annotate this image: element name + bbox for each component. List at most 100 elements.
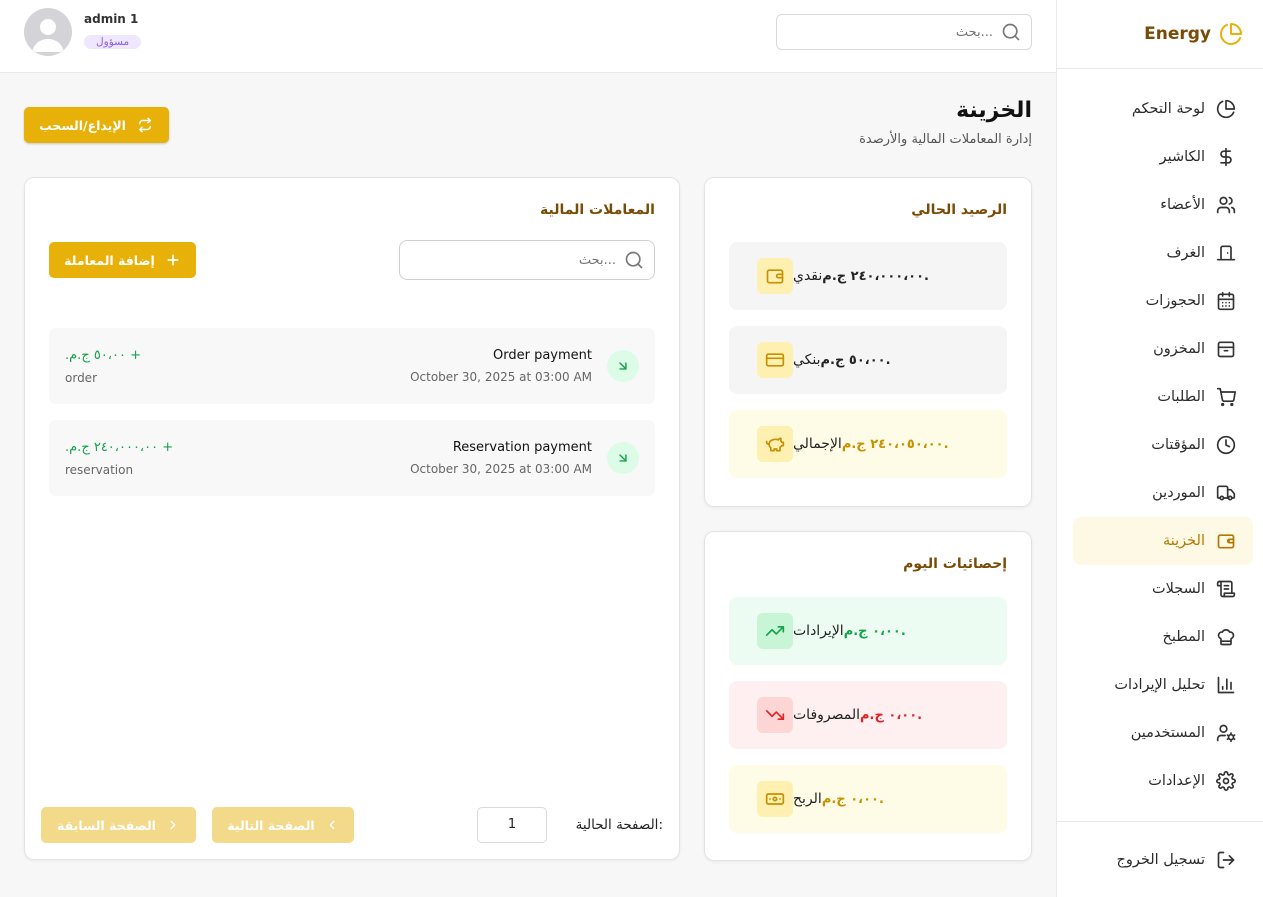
sidebar-item-bookings[interactable]: الحجوزات — [1057, 277, 1263, 325]
sidebar-item-label: الأعضاء — [1160, 197, 1205, 213]
today-profit-label: الربح — [793, 791, 822, 807]
transaction-date: October 30, 2025 at 03:00 AM — [410, 370, 592, 384]
sidebar-item-label: الحجوزات — [1145, 293, 1205, 309]
transactions-search — [399, 240, 655, 280]
deposit-withdraw-label: الإيداع/السحب — [39, 117, 126, 133]
logout-button[interactable]: تسجيل الخروج — [1057, 821, 1263, 897]
sidebar-item-suppliers[interactable]: الموردين — [1057, 469, 1263, 517]
current-page-input[interactable]: 1 — [477, 807, 547, 843]
user-cog-icon — [1215, 722, 1237, 744]
add-transaction-button[interactable]: إضافة المعاملة — [49, 242, 196, 278]
brand: Energy — [1057, 0, 1263, 69]
brand-name: Energy — [1144, 24, 1211, 44]
avatar[interactable] — [24, 8, 72, 56]
sidebar-item-dashboard[interactable]: لوحة التحكم — [1057, 85, 1263, 133]
sidebar-item-label: تحليل الإيرادات — [1114, 677, 1205, 693]
dollar-icon — [1215, 146, 1237, 168]
chevron-right-icon — [166, 818, 180, 832]
sidebar-item-inventory[interactable]: المخزون — [1057, 325, 1263, 373]
sidebar-item-kitchen[interactable]: المطبخ — [1057, 613, 1263, 661]
clock-icon — [1215, 434, 1237, 456]
sidebar-item-label: الكاشير — [1159, 149, 1205, 165]
sidebar-item-logs[interactable]: السجلات — [1057, 565, 1263, 613]
user-role-badge: مسؤول — [84, 35, 142, 49]
trending-down-icon — [757, 697, 793, 733]
deposit-withdraw-button[interactable]: الإيداع/السحب — [24, 107, 169, 143]
sidebar-item-settings[interactable]: الإعدادات — [1057, 757, 1263, 805]
sidebar-item-label: الغرف — [1166, 245, 1205, 261]
today-revenue-row: الإيرادات ٠،٠٠ ج.م. — [729, 597, 1007, 665]
credit-card-icon — [757, 342, 793, 378]
transaction-type: reservation — [65, 463, 134, 477]
sidebar-item-label: المطبخ — [1162, 629, 1205, 645]
page-subtitle: إدارة المعاملات المالية والأرصدة — [859, 132, 1032, 147]
sidebar-item-users[interactable]: المستخدمين — [1057, 709, 1263, 757]
balance-bank-label: بنكي — [793, 352, 821, 368]
plus-icon — [165, 252, 181, 268]
sidebar-item-treasury[interactable]: الخزينة — [1073, 517, 1253, 565]
transaction-amount: + ٢٤٠،٠٠٠،٠٠ ج.م. — [65, 440, 174, 455]
banknote-icon — [757, 781, 793, 817]
calendar-icon — [1215, 290, 1237, 312]
today-expenses-value: ٠،٠٠ ج.م. — [860, 707, 923, 723]
next-page-button[interactable]: الصفحة التالية — [212, 807, 354, 843]
sidebar-item-orders[interactable]: الطلبات — [1057, 373, 1263, 421]
today-revenue-value: ٠،٠٠ ج.م. — [843, 623, 906, 639]
today-revenue-label: الإيرادات — [793, 623, 844, 639]
sidebar-item-revenue-analysis[interactable]: تحليل الإيرادات — [1057, 661, 1263, 709]
page-title: الخزينة — [956, 98, 1032, 123]
balance-total-value: ٢٤٠،٠٥٠،٠٠ ج.م. — [841, 436, 949, 452]
logo-pie-icon — [1219, 22, 1243, 46]
pie-chart-icon — [1215, 98, 1237, 120]
balance-total-label: الإجمالي — [793, 436, 842, 452]
sidebar: Energy لوحة التحكم الكاشير الأعضاء الغرف… — [1056, 0, 1263, 897]
today-stats-card: إحصائيات اليوم الإيرادات ٠،٠٠ ج.م. المصر… — [704, 531, 1032, 861]
global-search — [776, 14, 1032, 50]
bar-chart-icon — [1215, 674, 1237, 696]
sidebar-item-label: الطلبات — [1157, 389, 1205, 405]
transaction-type: order — [65, 371, 97, 385]
transactions-title: المعاملات المالية — [539, 202, 655, 218]
transaction-title: Reservation payment — [452, 440, 592, 455]
today-profit-value: ٠،٠٠ ج.م. — [821, 791, 884, 807]
sidebar-item-rooms[interactable]: الغرف — [1057, 229, 1263, 277]
transaction-row[interactable]: Reservation payment October 30, 2025 at … — [49, 420, 655, 496]
gear-icon — [1215, 770, 1237, 792]
sidebar-item-cashier[interactable]: الكاشير — [1057, 133, 1263, 181]
add-transaction-label: إضافة المعاملة — [64, 252, 155, 268]
transactions-search-input[interactable] — [400, 252, 616, 268]
sidebar-item-label: الموردين — [1152, 485, 1205, 501]
cart-icon — [1215, 386, 1237, 408]
trending-up-icon — [757, 613, 793, 649]
transaction-row[interactable]: Order payment October 30, 2025 at 03:00 … — [49, 328, 655, 404]
sidebar-item-label: المؤقتات — [1151, 437, 1205, 453]
sidebar-item-label: الخزينة — [1163, 533, 1205, 549]
arrow-down-right-icon — [607, 442, 639, 474]
swap-icon — [136, 116, 154, 134]
balance-cash-label: نقدي — [793, 268, 823, 284]
next-page-label: الصفحة التالية — [227, 817, 315, 833]
sidebar-item-members[interactable]: الأعضاء — [1057, 181, 1263, 229]
transactions-card: المعاملات المالية إضافة المعاملة Order p… — [24, 177, 680, 860]
truck-icon — [1215, 482, 1237, 504]
current-balance-title: الرصيد الحالي — [911, 202, 1007, 218]
today-expenses-label: المصروفات — [793, 707, 861, 723]
current-page-label: الصفحة الحالية: — [575, 817, 663, 833]
scroll-icon — [1215, 578, 1237, 600]
global-search-input[interactable] — [777, 24, 993, 40]
user-name: admin 1 — [84, 12, 139, 26]
piggy-bank-icon — [757, 426, 793, 462]
current-balance-card: الرصيد الحالي نقدي ٢٤٠،٠٠٠،٠٠ ج.م. بنكي … — [704, 177, 1032, 507]
sidebar-item-label: لوحة التحكم — [1131, 101, 1205, 117]
balance-cash-value: ٢٤٠،٠٠٠،٠٠ ج.م. — [822, 268, 929, 284]
search-icon — [1001, 22, 1021, 42]
sidebar-item-timers[interactable]: المؤقتات — [1057, 421, 1263, 469]
sidebar-item-label: السجلات — [1151, 581, 1205, 597]
balance-bank-value: ٥٠،٠٠ ج.م. — [820, 352, 891, 368]
logout-icon — [1215, 849, 1237, 871]
previous-page-button[interactable]: الصفحة السابقة — [41, 807, 196, 843]
balance-total-row: الإجمالي ٢٤٠،٠٥٠،٠٠ ج.م. — [729, 410, 1007, 478]
topbar: admin 1 مسؤول — [0, 0, 1056, 73]
sidebar-item-label: المستخدمين — [1130, 725, 1205, 741]
today-stats-title: إحصائيات اليوم — [903, 556, 1007, 572]
